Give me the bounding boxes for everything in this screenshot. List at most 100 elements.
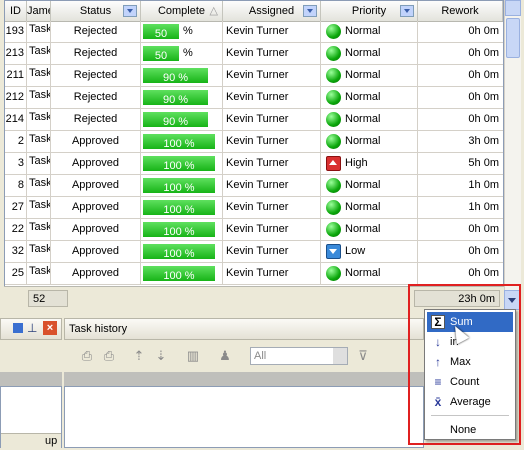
column-header[interactable]: Complete △ xyxy=(141,1,223,21)
min-icon: ↓ xyxy=(435,335,441,349)
table-row[interactable]: 22 Task Approved 100 % Kevin Turner Normal 0h … xyxy=(5,219,503,241)
cell-complete: 90 % xyxy=(141,109,223,130)
progress-bar: 100 % xyxy=(143,134,215,150)
sort-ascending-icon: △ xyxy=(209,5,218,17)
priority-label: Normal xyxy=(345,179,381,191)
sort-ascending-icon[interactable]: ⇡ xyxy=(130,347,148,365)
cell-priority: Normal xyxy=(321,65,418,86)
menu-item-in[interactable]: ↓ in xyxy=(427,332,513,352)
cell-priority: Normal xyxy=(321,87,418,108)
filter-combo[interactable]: All xyxy=(250,347,348,365)
column-header[interactable]: Assigned xyxy=(223,1,321,21)
progress-bar: 90 % xyxy=(143,68,208,84)
priority-normal-icon xyxy=(326,24,341,39)
cell-complete: 90 % xyxy=(141,87,223,108)
filter-dropdown-icon[interactable] xyxy=(123,5,137,17)
cell-rework: 0h 0m xyxy=(468,47,499,59)
cell-id: 213 xyxy=(5,43,27,64)
left-panel-toolbar xyxy=(0,341,62,371)
filter-combo-value: All xyxy=(254,350,267,362)
cell-rework: 0h 0m xyxy=(468,267,499,279)
priority-label: Low xyxy=(345,245,366,257)
menu-item-average[interactable]: x̄ Average xyxy=(427,392,513,412)
column-header-label: ID xyxy=(10,5,21,17)
pin-icon[interactable]: ⊥ xyxy=(27,321,37,335)
max-icon: ↑ xyxy=(435,355,441,369)
cell-status: Approved xyxy=(51,131,141,152)
cell-assigned: Kevin Turner xyxy=(223,241,321,262)
filter-dropdown-icon[interactable] xyxy=(400,5,414,17)
priority-label: Normal xyxy=(345,91,381,103)
cell-complete: 100 % xyxy=(141,131,223,152)
priority-normal-icon xyxy=(326,200,341,215)
task-history-column-header xyxy=(64,372,424,386)
print-preview-icon[interactable]: ⎙ xyxy=(100,347,118,365)
cell-name: Task xyxy=(27,263,51,284)
table-row[interactable]: 3 Task Approved 100 % Kevin Turner High 5h 0m xyxy=(5,153,503,175)
table-row[interactable]: 2 Task Approved 100 % Kevin Turner Normal 3h 0… xyxy=(5,131,503,153)
user-filter-icon[interactable]: ♟ xyxy=(216,347,234,365)
priority-label: Normal xyxy=(345,135,381,147)
cell-rework: 0h 0m xyxy=(468,113,499,125)
column-header[interactable]: Rework xyxy=(418,1,503,21)
chevron-down-icon[interactable] xyxy=(333,348,347,364)
column-header[interactable]: Status xyxy=(51,1,141,21)
cell-rework: 0h 0m xyxy=(468,69,499,81)
vertical-scrollbar[interactable] xyxy=(504,0,521,290)
cell-rework: 1h 0m xyxy=(468,179,499,191)
cell-id: 27 xyxy=(5,197,27,218)
left-panel-tab-label[interactable]: up xyxy=(45,435,57,447)
column-header[interactable]: Priority xyxy=(321,1,418,21)
cell-assigned: Kevin Turner xyxy=(223,197,321,218)
filter-dropdown-icon[interactable] xyxy=(303,5,317,17)
table-row[interactable]: 25 Task Approved 100 % Kevin Turner Normal 0h … xyxy=(5,263,503,285)
priority-normal-icon xyxy=(326,112,341,127)
scroll-up-button[interactable] xyxy=(505,0,521,16)
close-icon[interactable]: × xyxy=(43,321,57,335)
columns-icon[interactable]: ▥ xyxy=(184,347,202,365)
progress-label: 50 xyxy=(154,50,168,62)
cell-id: 25 xyxy=(5,263,27,284)
print-icon[interactable]: ⎙ xyxy=(78,347,96,365)
task-history-toolbar: ⎙ ⎙ ⇡ ⇣ ▥ ♟ All ⊽ xyxy=(64,341,424,371)
left-panel-titlebar: ⊥ × xyxy=(0,318,62,340)
cell-rework: 5h 0m xyxy=(468,157,499,169)
table-row[interactable]: 213 Task Rejected 50% Kevin Turner Normal 0h 0… xyxy=(5,43,503,65)
menu-item-label: Count xyxy=(450,376,480,388)
menu-item-count[interactable]: ≡ Count xyxy=(427,372,513,392)
clear-filter-icon[interactable]: ⊽ xyxy=(354,347,372,365)
menu-item-sum[interactable]: Σ Sum xyxy=(427,312,513,332)
cell-status: Rejected xyxy=(51,65,141,86)
priority-normal-icon xyxy=(326,68,341,83)
cell-priority: Normal xyxy=(321,131,418,152)
cell-status: Rejected xyxy=(51,109,141,130)
table-row[interactable]: 214 Task Rejected 90 % Kevin Turner Normal 0h … xyxy=(5,109,503,131)
scroll-thumb[interactable] xyxy=(506,18,520,58)
cell-status: Approved xyxy=(51,175,141,196)
table-row[interactable]: 8 Task Approved 100 % Kevin Turner Normal 1h 0… xyxy=(5,175,503,197)
table-row[interactable]: 193 Task Rejected 50% Kevin Turner Normal 0h 0… xyxy=(5,21,503,43)
cell-name: Task xyxy=(27,219,51,240)
left-panel-column-header xyxy=(0,372,62,386)
cell-assigned: Kevin Turner xyxy=(223,21,321,42)
cell-status: Rejected xyxy=(51,87,141,108)
progress-unit: % xyxy=(183,25,193,37)
table-row[interactable]: 211 Task Rejected 90 % Kevin Turner Normal 0h … xyxy=(5,65,503,87)
sort-descending-icon[interactable]: ⇣ xyxy=(152,347,170,365)
progress-label: 100 % xyxy=(163,182,195,194)
cell-name: Task xyxy=(27,65,51,86)
menu-item-max[interactable]: ↑ Max xyxy=(427,352,513,372)
menu-item-none[interactable]: None xyxy=(427,420,513,440)
column-header[interactable]: ID xyxy=(5,1,27,21)
table-row[interactable]: 27 Task Approved 100 % Kevin Turner Normal 1h … xyxy=(5,197,503,219)
table-row[interactable]: 32 Task Approved 100 % Kevin Turner Low 0h 0m xyxy=(5,241,503,263)
column-header[interactable]: Jame xyxy=(27,1,51,21)
cell-priority: High xyxy=(321,153,418,174)
cell-rework: 0h 0m xyxy=(468,25,499,37)
panel-menu-icon[interactable] xyxy=(13,323,23,333)
column-header-label: Status xyxy=(79,5,112,17)
priority-normal-icon xyxy=(326,46,341,61)
left-panel-content: up xyxy=(0,386,62,450)
table-row[interactable]: 212 Task Rejected 90 % Kevin Turner Normal 0h … xyxy=(5,87,503,109)
cell-rework: 1h 0m xyxy=(468,201,499,213)
